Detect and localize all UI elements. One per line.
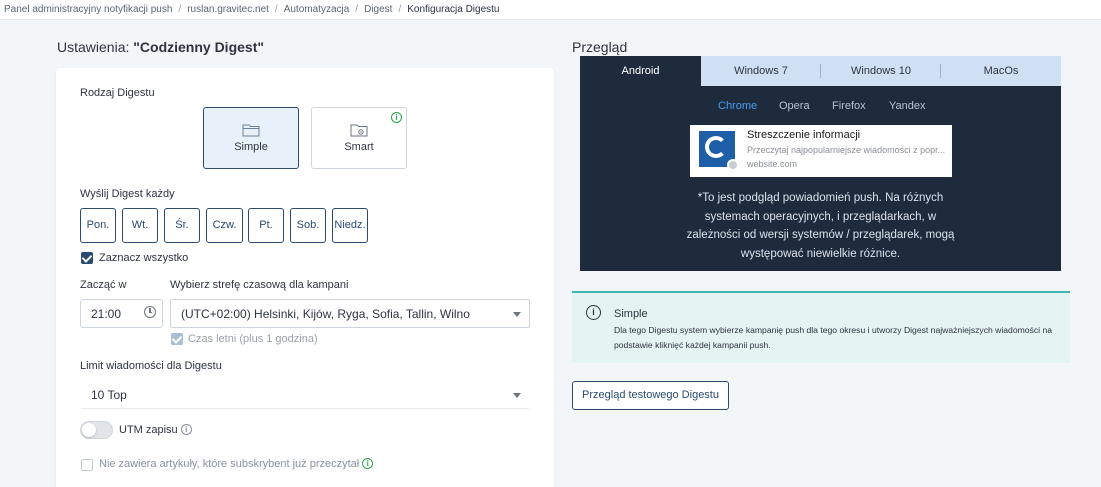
dst-label: Czas letni (plus 1 godzina)	[188, 333, 318, 345]
day-button-fri[interactable]: Pt.	[248, 208, 284, 243]
browser-tab-opera[interactable]: Opera	[779, 100, 810, 112]
notification-site: website.com	[747, 159, 798, 169]
browser-tab-yandex[interactable]: Yandex	[889, 100, 926, 112]
chevron-down-icon	[513, 393, 521, 398]
os-tabs: Android Windows 7 Windows 10 MacOs	[580, 56, 1061, 86]
tab-windows-7[interactable]: Windows 7	[701, 56, 821, 86]
digest-type-smart-label: Smart	[344, 141, 374, 153]
settings-title-prefix: Ustawienia:	[57, 39, 130, 55]
day-button-wed[interactable]: Śr.	[164, 208, 200, 243]
chevron-down-icon	[513, 312, 521, 317]
limit-value: 10 Top	[91, 388, 127, 402]
push-preview-panel: Android Windows 7 Windows 10 MacOs Chrom…	[580, 56, 1061, 271]
settings-title: Ustawienia: "Codzienny Digest"	[57, 39, 264, 55]
browser-tab-chrome[interactable]: Chrome	[718, 100, 757, 112]
day-button-thu[interactable]: Czw.	[206, 208, 243, 243]
start-time-label: Zacząć w	[80, 279, 127, 291]
info-text: Dla tego Digestu system wybierze kampani…	[614, 325, 1053, 350]
clock-icon	[144, 306, 156, 318]
notification-preview: Streszczenie informacji Przeczytaj najpo…	[690, 125, 952, 177]
day-button-tue[interactable]: Wt.	[122, 208, 158, 243]
settings-title-name: "Codzienny Digest"	[133, 39, 264, 55]
folder-gear-icon	[350, 124, 368, 137]
limit-select[interactable]: 10 Top	[80, 380, 530, 409]
toggle-knob	[82, 423, 96, 437]
tab-windows-10[interactable]: Windows 10	[821, 56, 941, 86]
breadcrumb-item-current: Konfiguracja Digestu	[407, 4, 500, 15]
start-time-input[interactable]: 21:00	[80, 299, 163, 328]
breadcrumb-separator: /	[398, 4, 402, 15]
timezone-value: (UTC+02:00) Helsinki, Kijów, Ryga, Sofia…	[181, 307, 470, 321]
select-all-checkbox[interactable]	[81, 252, 93, 264]
folder-icon	[242, 124, 260, 137]
digest-type-simple-label: Simple	[234, 141, 268, 153]
breadcrumb-item-automation[interactable]: Automatyzacja	[284, 4, 350, 15]
info-title: Simple	[614, 308, 648, 320]
day-button-sat[interactable]: Sob.	[290, 208, 326, 243]
tab-divider	[940, 64, 941, 78]
select-all-label: Zaznacz wszystko	[99, 252, 189, 264]
breadcrumb-separator: /	[274, 4, 278, 15]
tab-divider	[820, 64, 821, 78]
day-button-sun[interactable]: Niedz.	[332, 208, 368, 243]
notification-title: Streszczenie informacji	[747, 129, 861, 141]
breadcrumb-item-digest[interactable]: Digest	[364, 4, 392, 15]
preview-title: Przegląd	[572, 39, 628, 55]
preview-disclaimer: *To jest podgląd powiadomień push. Na ró…	[686, 192, 955, 260]
exclude-read-label: Nie zawiera artykuły, które subskrybent …	[99, 458, 360, 470]
send-every-label: Wyślij Digest każdy	[80, 188, 175, 200]
dst-checkbox[interactable]	[171, 333, 183, 345]
digest-type-info: i Simple Dla tego Digestu system wybierz…	[572, 291, 1070, 363]
smart-info-icon[interactable]: i	[391, 112, 402, 123]
digest-type-label: Rodzaj Digestu	[80, 87, 155, 99]
start-time-value: 21:00	[91, 307, 122, 321]
digest-type-simple-button[interactable]: Simple	[203, 107, 299, 169]
notification-body: Przeczytaj najpopularniejsze wiadomości …	[747, 145, 946, 155]
timezone-label: Wybierz strefę czasową dla kampani	[170, 279, 349, 291]
breadcrumb-item-site[interactable]: ruslan.gravitec.net	[187, 4, 269, 15]
info-icon: i	[586, 305, 601, 320]
day-button-mon[interactable]: Pon.	[80, 208, 116, 243]
timezone-select[interactable]: (UTC+02:00) Helsinki, Kijów, Ryga, Sofia…	[170, 299, 530, 328]
chrome-badge-icon	[727, 159, 739, 171]
info-icon[interactable]: i	[362, 458, 374, 469]
breadcrumb-separator: /	[178, 4, 182, 15]
utm-label-row: UTM zapisu i	[119, 424, 192, 436]
tab-macos[interactable]: MacOs	[941, 56, 1061, 86]
limit-label: Limit wiadomości dla Digestu	[80, 360, 222, 372]
utm-label: UTM zapisu	[119, 424, 178, 436]
info-icon[interactable]: i	[180, 424, 192, 435]
breadcrumb: Panel administracyjny notyfikacji push / r…	[0, 0, 1101, 20]
exclude-read-checkbox[interactable]	[81, 459, 93, 471]
exclude-read-row: Nie zawiera artykuły, które subskrybent …	[99, 458, 374, 470]
breadcrumb-item-panel[interactable]: Panel administracyjny notyfikacji push	[4, 4, 172, 15]
test-digest-preview-button[interactable]: Przegląd testowego Digestu	[572, 381, 729, 410]
browser-tab-firefox[interactable]: Firefox	[832, 100, 866, 112]
tab-android[interactable]: Android	[580, 56, 701, 86]
breadcrumb-separator: /	[355, 4, 359, 15]
digest-type-smart-button[interactable]: Smart i	[311, 107, 407, 169]
utm-toggle[interactable]	[80, 421, 113, 439]
